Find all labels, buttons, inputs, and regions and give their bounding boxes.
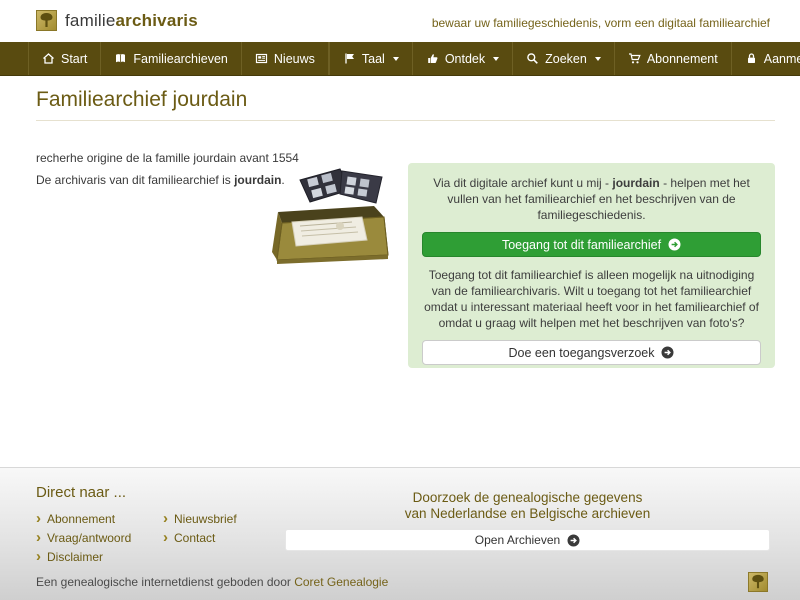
footer-link-vraag-antwoord[interactable]: › Vraag/antwoord: [36, 529, 131, 546]
cart-icon: [628, 53, 641, 64]
chevron-down-icon: [594, 56, 601, 61]
chevron-right-icon: ›: [163, 510, 168, 527]
access-archive-button[interactable]: Toegang tot dit familiearchief: [422, 232, 761, 257]
footer-link-disclaimer[interactable]: › Disclaimer: [36, 548, 103, 565]
open-archieven-button[interactable]: Open Archieven: [285, 529, 770, 551]
arrow-circle-right-icon: [661, 346, 674, 359]
footer: Direct naar ... › Abonnement › Vraag/antwo…: [0, 467, 800, 600]
tree-logo-icon[interactable]: [36, 10, 57, 31]
request-access-button[interactable]: Doe een toegangsverzoek: [422, 340, 761, 365]
chevron-right-icon: ›: [163, 529, 168, 546]
book-icon: [116, 54, 126, 63]
nav-item-ontdek[interactable]: Ontdek: [411, 42, 512, 75]
chevron-right-icon: ›: [36, 510, 41, 527]
credit-line: Een genealogische internetdienst geboden…: [36, 575, 389, 589]
coret-genealogie-link[interactable]: Coret Genealogie: [294, 575, 388, 589]
nav-item-nieuws[interactable]: Nieuws: [240, 42, 329, 75]
nav-item-familiearchieven[interactable]: Familiearchieven: [100, 42, 240, 75]
familiearchivaris-page: familiearchivaris bewaar uw familiegesch…: [0, 0, 800, 600]
arrow-circle-right-icon: [668, 238, 681, 251]
nav-item-aanmelden[interactable]: Aanmelden: [730, 42, 800, 75]
nav-right-group: Taal Ontdek Zoeken Abonnement Aanmelden: [328, 42, 800, 75]
archivist-line: De archivaris van dit familiearchief is …: [36, 173, 285, 187]
footer-link-contact[interactable]: › Contact: [163, 529, 215, 546]
footer-tree-logo-icon: [748, 572, 768, 592]
open-archieven-text: Doorzoek de genealogische gegevens van N…: [404, 490, 651, 521]
main-navbar: Start Familiearchieven Nieuws Taal Ontde…: [0, 42, 800, 76]
access-panel: Via dit digitale archief kunt u mij - jo…: [408, 163, 775, 368]
lock-icon: [747, 53, 755, 63]
chevron-down-icon: [392, 56, 399, 61]
archive-box-image: [272, 168, 389, 264]
nav-item-taal[interactable]: Taal: [328, 42, 412, 75]
page-title: Familiearchief jourdain: [36, 88, 248, 111]
tagline: bewaar uw familiegeschiedenis, vorm een …: [431, 16, 770, 30]
search-icon: [527, 53, 539, 64]
pointing-hand-icon: [428, 54, 438, 63]
title-divider: [36, 120, 775, 121]
brand-name[interactable]: familiearchivaris: [65, 11, 198, 31]
newspaper-icon: [255, 53, 267, 64]
panel-text-2: Toegang tot dit familiearchief is alleen…: [424, 268, 759, 330]
home-icon: [43, 53, 54, 64]
nav-item-zoeken[interactable]: Zoeken: [512, 42, 614, 75]
nav-left-group: Start Familiearchieven Nieuws: [28, 42, 329, 75]
chevron-right-icon: ›: [36, 529, 41, 546]
header: familiearchivaris bewaar uw familiegesch…: [0, 0, 800, 42]
chevron-right-icon: ›: [36, 548, 41, 565]
footer-link-abonnement[interactable]: › Abonnement: [36, 510, 115, 527]
footer-link-nieuwsbrief[interactable]: › Nieuwsbrief: [163, 510, 237, 527]
direct-naar-heading: Direct naar ...: [36, 484, 127, 501]
chevron-down-icon: [493, 56, 500, 61]
language-flag-icon: [345, 53, 354, 64]
panel-text-1: Via dit digitale archief kunt u mij - jo…: [433, 176, 750, 222]
nav-item-start[interactable]: Start: [28, 42, 100, 75]
arrow-circle-right-icon: [567, 534, 580, 546]
nav-item-abonnement[interactable]: Abonnement: [613, 42, 731, 75]
